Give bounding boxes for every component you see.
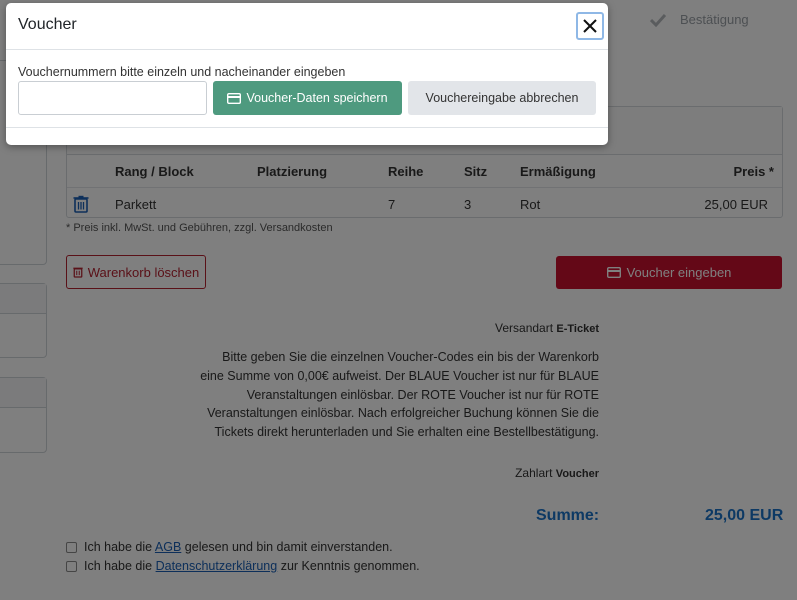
close-icon — [583, 19, 597, 33]
modal-title: Voucher — [18, 16, 77, 33]
voucher-instruction: Vouchernummern bitte einzeln und nachein… — [18, 65, 346, 79]
modal-header: Voucher — [6, 3, 608, 50]
save-voucher-button[interactable]: Voucher-Daten speichern — [213, 81, 402, 115]
cancel-voucher-label: Vouchereingabe abbrechen — [425, 91, 579, 105]
cancel-voucher-button[interactable]: Vouchereingabe abbrechen — [408, 81, 596, 115]
card-icon — [227, 92, 242, 104]
modal-body: Vouchernummern bitte einzeln und nachein… — [6, 50, 608, 128]
voucher-modal: Voucher Vouchernummern bitte einzeln und… — [6, 3, 608, 145]
close-button[interactable] — [576, 12, 604, 40]
voucher-code-input[interactable] — [18, 81, 207, 115]
save-voucher-label: Voucher-Daten speichern — [246, 91, 388, 105]
